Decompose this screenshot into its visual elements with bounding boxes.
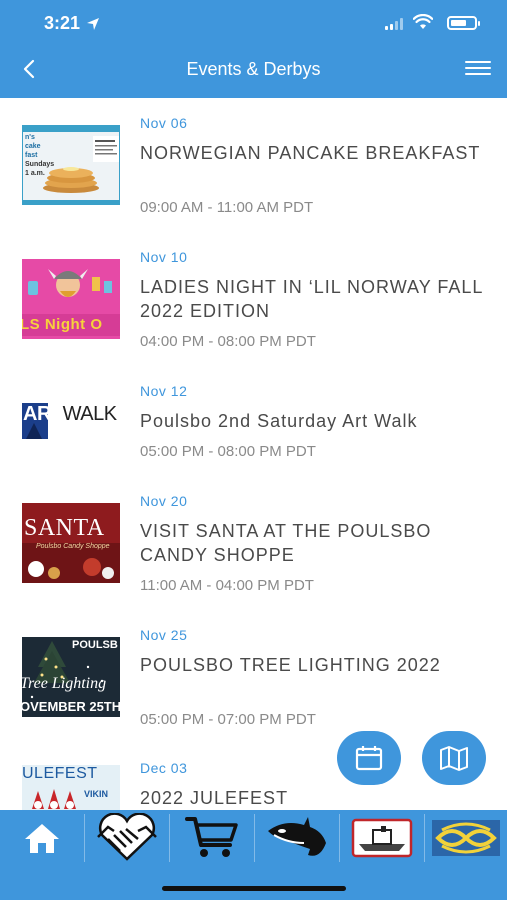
event-item-pancake-breakfast[interactable]: n's cake fast Sundays 1 a.m. Nov 06 NORW… [0, 98, 507, 232]
thumbnail-text: Sundays [25, 161, 55, 168]
battery-icon [447, 16, 480, 30]
ferry-icon [351, 818, 413, 858]
thumbnail-text: Poulsbo Candy Shoppe [36, 543, 110, 550]
status-time-text: 3:21 [44, 13, 81, 33]
thumbnail-text: ART [23, 403, 63, 425]
status-bar: 3:21 [0, 0, 507, 46]
thumbnail-text: WALK [62, 403, 117, 425]
thumbnail-text: ULEFEST [22, 765, 98, 782]
event-item-visit-santa[interactable]: SANTA Poulsbo Candy Shoppe Nov 20 VISIT … [0, 476, 507, 610]
tab-knot[interactable] [425, 810, 507, 866]
page-title: Events & Derbys [186, 59, 321, 79]
event-date: Nov 06 [140, 115, 188, 131]
navigation-bar: Events & Derbys [0, 50, 507, 90]
event-thumbnail: ULEFEST VIKIN [22, 765, 120, 810]
event-thumbnail: n's cake fast Sundays 1 a.m. [22, 125, 120, 205]
cart-icon [185, 817, 238, 857]
tab-orca[interactable] [255, 810, 339, 866]
event-time: 04:00 PM - 08:00 PM PDT [140, 333, 316, 350]
event-date: Nov 10 [140, 249, 188, 265]
event-date: Nov 25 [140, 627, 188, 643]
event-title: LADIES NIGHT IN ‘LIL NORWAY FALL 2022 ED… [140, 277, 483, 321]
home-icon [25, 824, 59, 853]
thumbnail-text: VIKIN [84, 789, 109, 799]
map-view-button[interactable] [422, 731, 486, 785]
event-time: 05:00 PM - 08:00 PM PDT [140, 443, 316, 460]
thumbnail-text: OVEMBER 25TH [22, 699, 120, 714]
event-title: Poulsbo 2nd Saturday Art Walk [140, 411, 418, 431]
event-time: 05:00 PM - 07:00 PM PDT [140, 711, 316, 728]
status-time: 3:21 [44, 13, 100, 34]
event-item-tree-lighting[interactable]: POULSB Tree Lighting OVEMBER 25TH Nov 25… [0, 610, 507, 744]
map-icon [440, 746, 468, 771]
cellular-signal-icon [385, 18, 403, 30]
event-thumbnail: LS Night O [22, 259, 120, 339]
event-date: Nov 20 [140, 493, 188, 509]
tab-shop[interactable] [170, 810, 254, 866]
event-list: n's cake fast Sundays 1 a.m. Nov 06 NORW… [0, 98, 507, 810]
event-date: Nov 12 [140, 383, 188, 399]
thumbnail-text: fast [25, 152, 38, 159]
event-time: 11:00 AM - 04:00 PM PDT [140, 577, 314, 594]
hamburger-menu-button[interactable] [465, 57, 491, 83]
thumbnail-text: 1 a.m. [25, 170, 45, 177]
event-title: POULSBO TREE LIGHTING 2022 [140, 655, 441, 675]
event-item-ladies-night[interactable]: LS Night O Nov 10 LADIES NIGHT IN ‘LIL N… [0, 232, 507, 366]
event-thumbnail: POULSB Tree Lighting OVEMBER 25TH [22, 637, 120, 717]
knot-icon [432, 820, 500, 856]
thumbnail-text: Tree Lighting [22, 675, 107, 692]
handshake-icon [97, 813, 157, 861]
event-thumbnail: ARTWALK [22, 393, 120, 473]
event-title: 2022 JULEFEST [140, 788, 289, 808]
location-arrow-icon [87, 17, 100, 30]
event-title: NORWEGIAN PANCAKE BREAKFAST [140, 143, 481, 163]
calendar-icon [355, 746, 383, 771]
event-time: 09:00 AM - 11:00 AM PDT [140, 199, 314, 216]
thumbnail-text: cake [25, 143, 41, 150]
event-thumbnail: SANTA Poulsbo Candy Shoppe [22, 503, 120, 583]
app-header: 3:21 Events & Derbys [0, 0, 507, 98]
thumbnail-text: LS Night O [22, 316, 103, 333]
wifi-icon [413, 14, 433, 29]
event-title: VISIT SANTA AT THE POULSBO CANDY SHOPPE [140, 521, 432, 565]
thumbnail-text: n's [25, 134, 35, 141]
event-date: Dec 03 [140, 760, 188, 776]
home-indicator [162, 886, 346, 891]
orca-icon [268, 817, 326, 856]
tab-ferry[interactable] [340, 810, 424, 866]
tab-home[interactable] [0, 810, 84, 866]
thumbnail-text: POULSB [72, 639, 118, 651]
thumbnail-text: SANTA [24, 515, 105, 541]
tab-handshake[interactable] [85, 810, 169, 866]
calendar-view-button[interactable] [337, 731, 401, 785]
